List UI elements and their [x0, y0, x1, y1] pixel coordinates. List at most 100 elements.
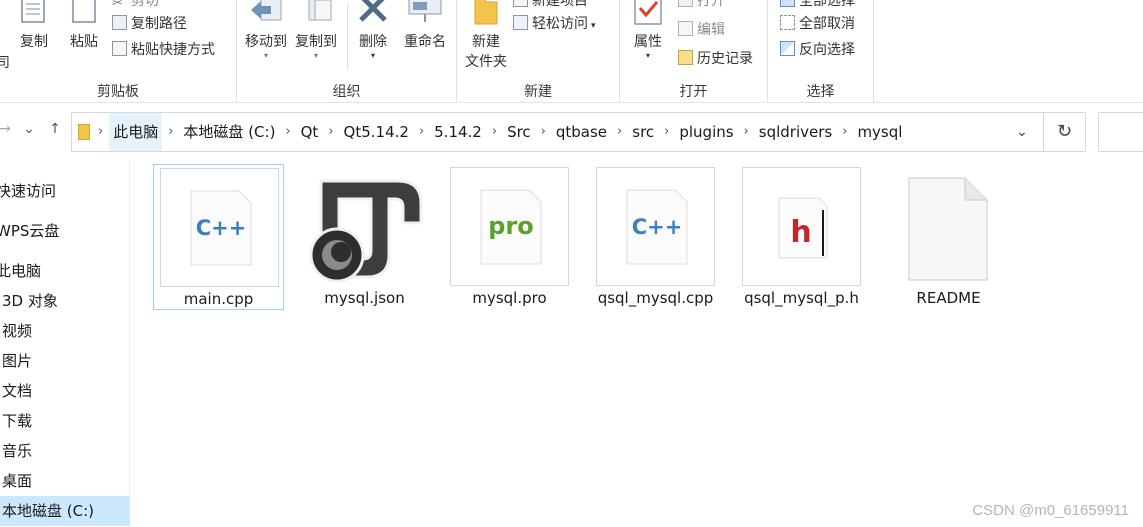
sidebar-item-music[interactable]: 音乐: [2, 436, 132, 466]
edit-button[interactable]: 编辑: [678, 19, 725, 41]
invert-selection-icon: [780, 41, 795, 56]
history-label: 历史记录: [697, 51, 753, 67]
file-item[interactable]: README: [883, 164, 1014, 310]
file-name: README: [916, 289, 981, 307]
file-item[interactable]: C++ main.cpp: [153, 164, 284, 310]
breadcrumb-item[interactable]: sqldrivers: [755, 113, 836, 151]
copy-path-icon: [112, 15, 127, 30]
sidebar-item-label: 文档: [2, 382, 33, 400]
sidebar-item-label: 视频: [2, 322, 33, 340]
breadcrumb-separator-icon[interactable]: ›: [535, 113, 552, 151]
paste-button[interactable]: 粘贴: [64, 0, 104, 52]
breadcrumb-item[interactable]: mysql: [853, 113, 906, 151]
sidebar-item-quick-access[interactable]: 快速访问: [0, 176, 126, 206]
select-none-label: 全部取消: [799, 16, 855, 32]
copy-path-button[interactable]: 复制路径: [112, 13, 187, 35]
sidebar-item-downloads[interactable]: 下载: [2, 406, 132, 436]
breadcrumb-separator-icon[interactable]: ›: [611, 113, 628, 151]
file-item[interactable]: C++ qsql_mysql.cpp: [590, 164, 721, 310]
new-item-button[interactable]: 新建项目: [513, 0, 588, 12]
select-group-label: 选择: [806, 84, 835, 100]
history-button[interactable]: 历史记录: [678, 48, 753, 70]
breadcrumb-item[interactable]: 本地磁盘 (C:): [179, 113, 279, 151]
breadcrumb-separator-icon[interactable]: ›: [738, 113, 755, 151]
new-group-label: 新建: [524, 84, 552, 100]
address-bar[interactable]: › 此电脑 › 本地磁盘 (C:) › Qt › Qt5.14.2 › 5.14…: [71, 112, 1044, 152]
select-all-button[interactable]: 全部选择: [780, 0, 855, 12]
breadcrumb-item[interactable]: 此电脑: [109, 113, 163, 151]
new-item-label: 新建项目: [532, 0, 588, 9]
breadcrumb-separator-icon[interactable]: ›: [96, 113, 109, 151]
file-name: qsql_mysql.cpp: [597, 289, 714, 307]
invert-selection-label: 反向选择: [799, 42, 855, 58]
recent-locations-chevron-icon[interactable]: ⌄: [20, 118, 38, 140]
open-file-button[interactable]: 打开: [678, 0, 725, 12]
sidebar-item-videos[interactable]: 视频: [2, 316, 132, 346]
organize-group: 移动到 ▾ 复制到 ▾ 删除 ▾ 重命名 组织: [237, 0, 457, 103]
sidebar-item-3d-objects[interactable]: 3D 对象: [2, 286, 132, 316]
open-group-label: 打开: [679, 84, 708, 100]
rename-button[interactable]: 重命名: [399, 0, 451, 52]
breadcrumb-item[interactable]: Src: [503, 113, 535, 151]
file-list: C++ main.cpp mysql.json pro mysql.pro C+…: [131, 160, 1143, 527]
breadcrumb-separator-icon[interactable]: ›: [413, 113, 430, 151]
breadcrumb-separator-icon[interactable]: ›: [162, 113, 179, 151]
copy-button[interactable]: 复制: [14, 0, 54, 52]
file-item[interactable]: pro mysql.pro: [444, 164, 575, 310]
delete-button[interactable]: 删除 ▾: [351, 0, 395, 60]
copy-to-dropdown-icon: ▾: [313, 51, 318, 60]
header-file-icon: h: [742, 167, 861, 286]
paste-icon: [72, 0, 96, 23]
new-folder-button[interactable]: 新建 文件夹: [459, 0, 513, 72]
open-group: 属性 ▾ 打开 编辑 历史记录 打开: [620, 0, 768, 103]
breadcrumb-item[interactable]: plugins: [675, 113, 737, 151]
breadcrumb-separator-icon[interactable]: ›: [836, 113, 853, 151]
open-file-label: 打开: [697, 0, 725, 9]
sidebar-item-documents[interactable]: 文档: [2, 376, 132, 406]
breadcrumb-separator-icon[interactable]: ›: [658, 113, 675, 151]
easy-access-button[interactable]: 轻松访问 ▾: [513, 13, 596, 35]
search-input[interactable]: [1098, 112, 1143, 152]
invert-selection-button[interactable]: 反向选择: [780, 39, 855, 61]
forward-arrow-icon[interactable]: →: [0, 118, 14, 140]
select-none-button[interactable]: 全部取消: [780, 13, 855, 35]
breadcrumb-separator-icon[interactable]: ›: [322, 113, 339, 151]
navigation-pane: 快速访问 WPS云盘 此电脑 3D 对象 视频 图片 文档 下载 音乐 桌面 本…: [0, 160, 130, 527]
delete-dropdown-icon: ▾: [370, 51, 375, 60]
sidebar-item-local-disk-c[interactable]: 本地磁盘 (C:): [0, 496, 130, 526]
breadcrumb-separator-icon[interactable]: ›: [279, 113, 296, 151]
paste-shortcut-icon: [112, 41, 127, 56]
sidebar-item-label: WPS云盘: [0, 222, 60, 240]
paste-shortcut-button[interactable]: 粘贴快捷方式: [112, 39, 215, 61]
file-item[interactable]: h qsql_mysql_p.h: [736, 164, 867, 310]
up-arrow-icon[interactable]: ↑: [46, 118, 64, 140]
breadcrumb-item[interactable]: Qt5.14.2: [340, 113, 413, 151]
sidebar-item-this-pc[interactable]: 此电脑: [0, 256, 126, 286]
edit-icon: [678, 21, 693, 36]
sidebar-item-desktop[interactable]: 桌面: [2, 466, 132, 496]
properties-button[interactable]: 属性 ▾: [626, 0, 670, 60]
file-item[interactable]: mysql.json: [299, 164, 430, 310]
new-folder-label-line1: 新建: [472, 34, 500, 50]
sidebar-item-label: 快速访问: [0, 182, 57, 200]
properties-label: 属性: [634, 34, 662, 50]
address-history-chevron-icon[interactable]: ⌄: [1013, 121, 1031, 143]
easy-access-label: 轻松访问: [532, 16, 588, 32]
copy-to-icon: [308, 0, 332, 21]
breadcrumb-item[interactable]: Qt: [297, 113, 323, 151]
cut-button[interactable]: ✂ 剪切: [112, 0, 159, 12]
copy-to-button[interactable]: 复制到 ▾: [291, 0, 341, 60]
breadcrumb-item[interactable]: qtbase: [552, 113, 611, 151]
sidebar-item-wps-cloud[interactable]: WPS云盘: [0, 216, 126, 246]
breadcrumb-item[interactable]: 5.14.2: [430, 113, 486, 151]
blank-file-icon: [905, 174, 991, 284]
breadcrumb-item[interactable]: src: [628, 113, 658, 151]
move-to-icon: [251, 0, 282, 21]
pro-file-icon: pro: [450, 167, 569, 286]
breadcrumb-separator-icon[interactable]: ›: [486, 113, 503, 151]
refresh-icon[interactable]: ↻: [1044, 112, 1086, 152]
sidebar-item-label: 图片: [2, 352, 33, 370]
move-to-button[interactable]: 移动到 ▾: [241, 0, 291, 60]
sidebar-item-pictures[interactable]: 图片: [2, 346, 132, 376]
select-group: 全部选择 全部取消 反向选择 选择: [768, 0, 874, 103]
